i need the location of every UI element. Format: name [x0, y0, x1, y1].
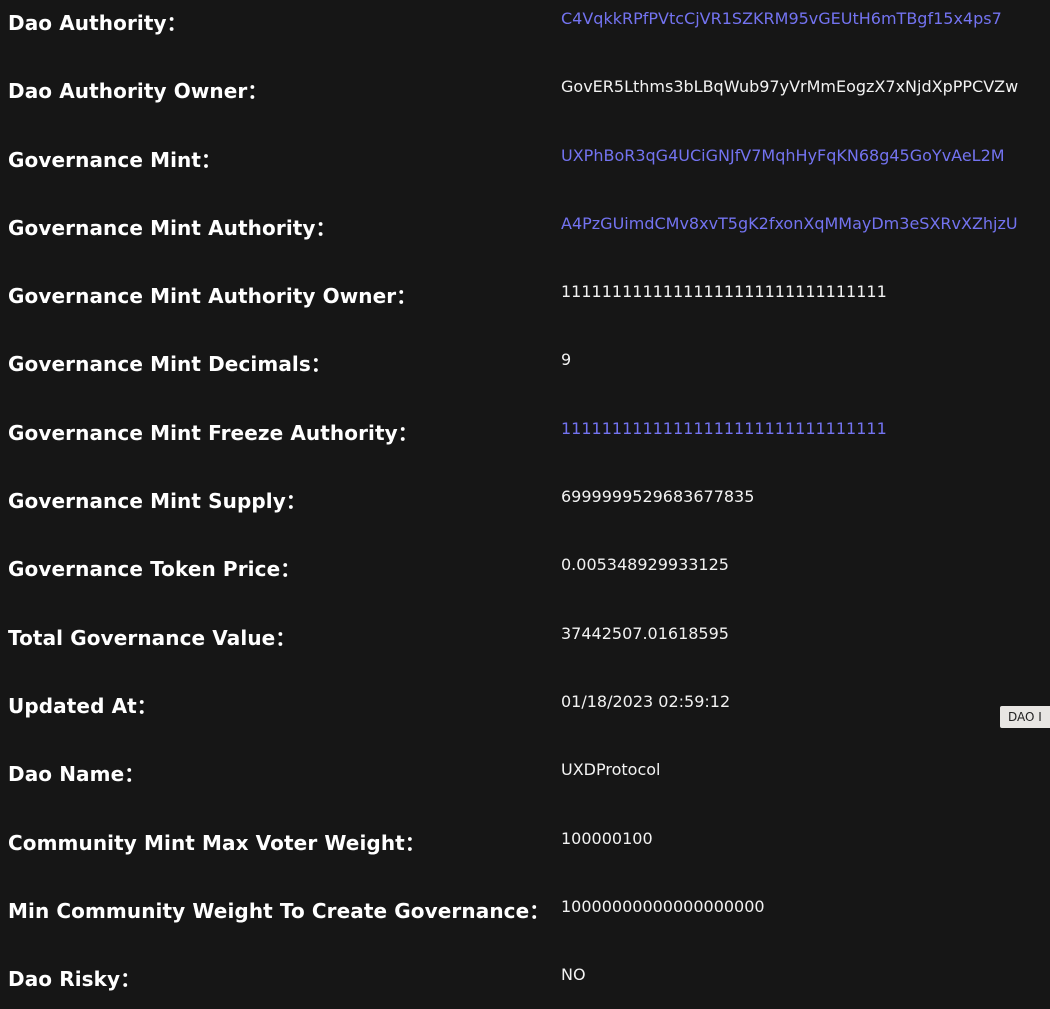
row-community-mint-max-voter-weight: Community Mint Max Voter Weight： 1000001…: [0, 805, 1050, 873]
dao-name-value: UXDProtocol: [561, 760, 661, 780]
row-total-governance-value: Total Governance Value： 37442507.0161859…: [0, 600, 1050, 668]
row-governance-token-price: Governance Token Price： 0.00534892993312…: [0, 531, 1050, 599]
governance-mint-authority-label: Governance Mint Authority：: [8, 215, 336, 240]
total-governance-value-value: 37442507.01618595: [561, 623, 729, 643]
governance-mint-freeze-authority-label: Governance Mint Freeze Authority：: [8, 420, 418, 445]
min-community-weight-value: 10000000000000000000: [561, 896, 765, 916]
dao-authority-owner-label: Dao Authority Owner：: [8, 79, 268, 104]
dao-risky-label: Dao Risky：: [8, 967, 141, 992]
governance-token-price-label: Governance Token Price：: [8, 557, 301, 582]
governance-mint-supply-label: Governance Mint Supply：: [8, 489, 306, 514]
governance-mint-authority-link[interactable]: A4PzGUimdCMv8xvT5gK2fxonXqMMayDm3eSXRvXZ…: [561, 214, 1018, 233]
governance-mint-supply-value: 6999999529683677835: [561, 487, 755, 507]
row-governance-mint-freeze-authority: Governance Mint Freeze Authority： 111111…: [0, 395, 1050, 463]
dao-authority-label: Dao Authority：: [8, 11, 187, 35]
dao-name-label: Dao Name：: [8, 762, 145, 787]
community-mint-max-voter-weight-value: 100000100: [561, 828, 653, 848]
row-governance-mint-authority-owner: Governance Mint Authority Owner： 1111111…: [0, 258, 1050, 326]
governance-mint-label: Governance Mint：: [8, 147, 222, 172]
dao-authority-link[interactable]: C4VqkkRPfPVtcCjVR1SZKRM95vGEUtH6mTBgf15x…: [561, 9, 1002, 28]
dao-risky-value: NO: [561, 965, 586, 985]
governance-mint-freeze-authority-link[interactable]: 11111111111111111111111111111111: [561, 419, 887, 438]
dao-details-list: Dao Authority： C4VqkkRPfPVtcCjVR1SZKRM95…: [0, 0, 1050, 1009]
row-min-community-weight: Min Community Weight To Create Governanc…: [0, 873, 1050, 941]
governance-mint-authority-owner-label: Governance Mint Authority Owner：: [8, 284, 417, 309]
row-dao-authority-owner: Dao Authority Owner： GovER5Lthms3bLBqWub…: [0, 53, 1050, 121]
row-dao-name: Dao Name： UXDProtocol: [0, 736, 1050, 804]
row-dao-risky: Dao Risky： NO: [0, 941, 1050, 1009]
min-community-weight-label: Min Community Weight To Create Governanc…: [8, 898, 550, 923]
row-dao-authority: Dao Authority： C4VqkkRPfPVtcCjVR1SZKRM95…: [0, 0, 1050, 53]
governance-token-price-value: 0.005348929933125: [561, 555, 729, 575]
governance-mint-decimals-label: Governance Mint Decimals：: [8, 352, 331, 377]
row-governance-mint: Governance Mint： UXPhBoR3qG4UCiGNJfV7Mqh…: [0, 122, 1050, 190]
updated-at-value: 01/18/2023 02:59:12: [561, 691, 731, 711]
updated-at-label: Updated At：: [8, 693, 157, 718]
dao-side-tab[interactable]: DAO I: [1000, 706, 1050, 728]
row-governance-mint-decimals: Governance Mint Decimals： 9: [0, 326, 1050, 394]
dao-authority-owner-value: GovER5Lthms3bLBqWub97yVrMmEogzX7xNjdXpPP…: [561, 77, 1019, 97]
row-updated-at: Updated At： 01/18/2023 02:59:12: [0, 668, 1050, 736]
governance-mint-authority-owner-value: 11111111111111111111111111111111: [561, 282, 887, 302]
community-mint-max-voter-weight-label: Community Mint Max Voter Weight：: [8, 830, 425, 855]
governance-mint-link[interactable]: UXPhBoR3qG4UCiGNJfV7MqhHyFqKN68g45GoYvAe…: [561, 146, 1005, 165]
row-governance-mint-supply: Governance Mint Supply： 6999999529683677…: [0, 463, 1050, 531]
governance-mint-decimals-value: 9: [561, 350, 572, 370]
row-governance-mint-authority: Governance Mint Authority： A4PzGUimdCMv8…: [0, 190, 1050, 258]
total-governance-value-label: Total Governance Value：: [8, 625, 296, 650]
